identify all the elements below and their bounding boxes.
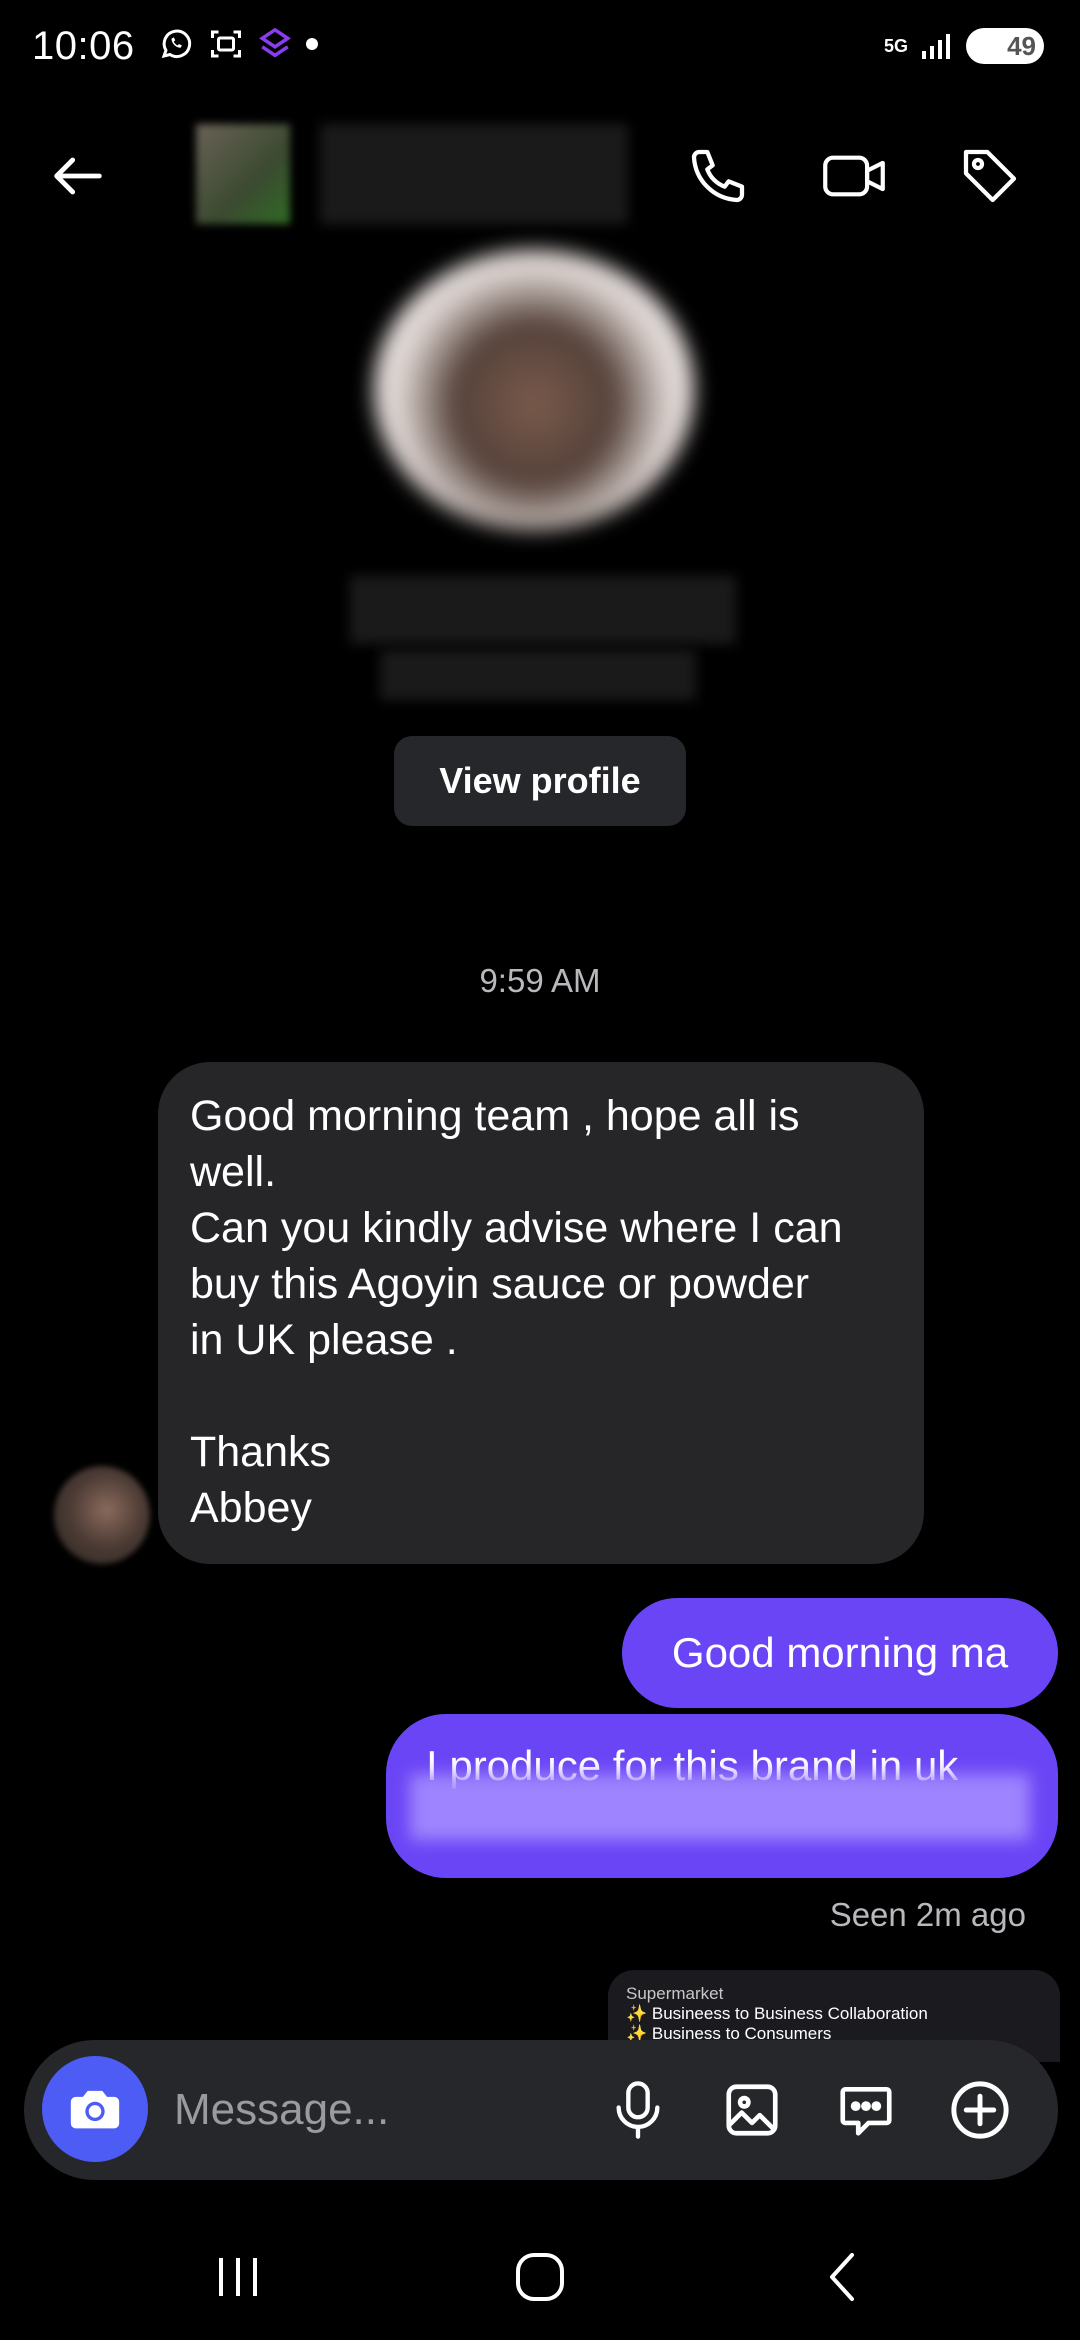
recent-apps-button[interactable] (178, 2240, 298, 2314)
video-call-button[interactable] (818, 140, 890, 212)
profile-photo[interactable] (374, 250, 694, 530)
tag-button[interactable] (954, 140, 1026, 212)
status-system-icons: 5G 49 (884, 28, 1044, 64)
sticker-button[interactable] (828, 2072, 904, 2148)
contact-avatar[interactable] (196, 124, 290, 224)
app-notification-icon (259, 27, 291, 58)
home-button[interactable] (480, 2240, 600, 2314)
outgoing-message-bubble[interactable]: Good morning ma (622, 1598, 1058, 1708)
back-icon (830, 2253, 854, 2301)
profile-username (380, 650, 696, 700)
system-back-button[interactable] (782, 2240, 902, 2314)
whatsapp-icon (161, 29, 192, 59)
tag-icon (963, 149, 1017, 203)
status-notification-icons (158, 26, 318, 62)
plus-circle-icon (951, 2081, 1009, 2139)
sticker-chat-icon (840, 2087, 892, 2136)
video-camera-icon (823, 155, 885, 197)
signal-icon (922, 34, 950, 59)
camera-button[interactable] (42, 2056, 148, 2162)
battery-level: 49 (1007, 30, 1036, 61)
preview-title: Supermarket (626, 1984, 724, 2003)
microphone-icon (616, 2081, 660, 2139)
view-profile-button[interactable]: View profile (394, 736, 686, 826)
status-dot (306, 38, 318, 50)
camera-icon (70, 2090, 120, 2129)
home-icon (516, 2253, 564, 2301)
recent-apps-icon (219, 2258, 257, 2296)
status-time: 10:06 (32, 24, 135, 68)
seen-status: Seen 2m ago (829, 1896, 1026, 1933)
gallery-button[interactable] (714, 2072, 790, 2148)
phone-icon (691, 149, 745, 203)
message-timestamp: 9:59 AM (479, 962, 601, 999)
battery-indicator: 49 (966, 28, 1044, 64)
preview-line: ✨ Busineess to Business Collaboration (626, 2004, 928, 2023)
screenshot-icon (211, 30, 241, 58)
arrow-left-icon (54, 157, 102, 195)
incoming-message-bubble[interactable]: Good morning team , hope all is well. Ca… (158, 1062, 924, 1564)
sender-avatar[interactable] (54, 1466, 150, 1564)
back-button[interactable] (42, 140, 114, 212)
voice-message-button[interactable] (600, 2072, 676, 2148)
redacted-text (410, 1774, 1030, 1840)
gallery-icon (726, 2084, 778, 2136)
more-actions-button[interactable] (942, 2072, 1018, 2148)
network-type: 5G (883, 36, 908, 56)
profile-name (350, 576, 736, 644)
audio-call-button[interactable] (682, 140, 754, 212)
message-input[interactable] (172, 2074, 556, 2146)
contact-name[interactable] (320, 124, 628, 224)
